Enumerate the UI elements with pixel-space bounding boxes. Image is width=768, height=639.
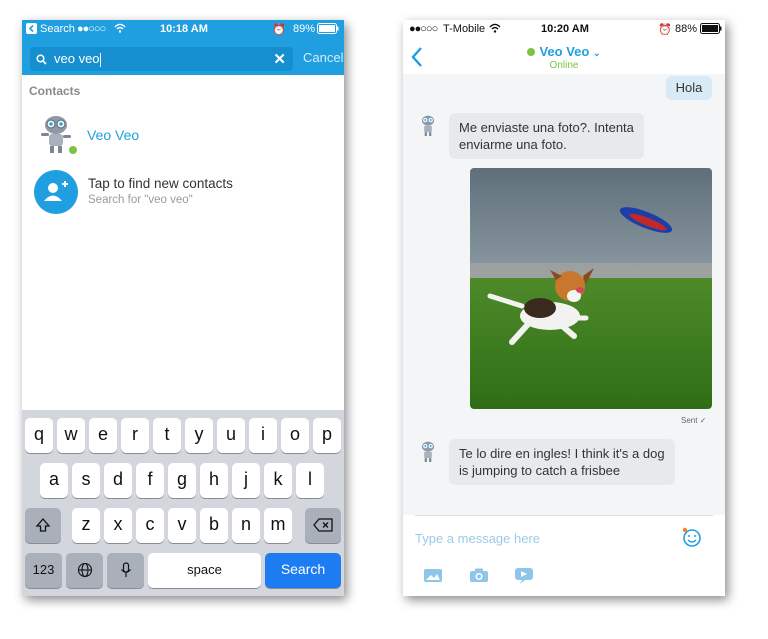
outgoing-message-hola[interactable]: Hola [666,76,712,100]
chat-header: ●●○○○ T-Mobile 10:20 AM ⏰ 88% Veo Veo ⌄ … [403,20,725,74]
alarm-icon: ⏰ [272,24,286,36]
clear-search-icon[interactable]: ✕ [273,50,286,68]
search-key[interactable]: Search [265,553,341,588]
key-s[interactable]: s [72,463,100,498]
key-k[interactable]: k [264,463,292,498]
key-q[interactable]: q [25,418,53,453]
wifi-icon [114,23,126,36]
find-new-contacts-row[interactable]: Tap to find new contacts Search for "veo… [34,170,334,216]
search-icon [36,52,47,70]
chat-contact-name: Veo Veo [539,44,590,59]
battery-percent: 88% [675,23,698,35]
message-line: Me enviaste una foto?. Intenta [459,120,634,135]
key-b[interactable]: b [200,508,228,543]
key-i[interactable]: i [249,418,277,453]
robot-avatar-icon [417,439,439,468]
back-to-search-icon[interactable] [26,23,37,37]
key-c[interactable]: c [136,508,164,543]
key-v[interactable]: v [168,508,196,543]
key-f[interactable]: f [136,463,164,498]
contact-name: Veo Veo [87,127,140,143]
battery-icon [317,23,339,37]
right-phone-screen: ●●○○○ T-Mobile 10:20 AM ⏰ 88% Veo Veo ⌄ … [403,20,725,596]
status-bar: Search ●●○○○ 10:18 AM ⏰ 89% [22,20,344,40]
key-y[interactable]: y [185,418,213,453]
find-contacts-title: Tap to find new contacts [88,176,233,191]
message-line: Te lo dire en ingles! I think it's a dog [459,446,665,461]
incoming-message-2[interactable]: Te lo dire en ingles! I think it's a dog… [449,439,675,485]
find-contacts-subtitle: Search for "veo veo" [88,194,193,206]
presence-label: Online [549,60,579,71]
message-input[interactable]: Type a message here [415,531,540,546]
key-l[interactable]: l [296,463,324,498]
key-t[interactable]: t [153,418,181,453]
sent-photo-dog-frisbee[interactable] [470,168,712,409]
status-bar: ●●○○○ T-Mobile 10:20 AM ⏰ 88% [403,20,725,40]
sent-label: Sent [681,416,698,425]
shift-key-icon[interactable] [25,508,61,543]
online-status-dot [68,145,78,155]
key-g[interactable]: g [168,463,196,498]
key-n[interactable]: n [232,508,260,543]
text-cursor [99,52,101,67]
robot-avatar-icon [417,113,439,142]
search-input-value: veo veo [54,51,100,66]
gallery-icon[interactable] [423,567,443,588]
space-key[interactable]: space [148,553,261,588]
key-w[interactable]: w [57,418,85,453]
message-line: enviarme una foto. [459,137,567,152]
backspace-key-icon[interactable] [305,508,341,543]
wifi-icon [489,23,501,36]
signal-icon: ●●○○○ [77,23,106,35]
battery-percent: 89% [293,23,316,35]
microphone-key-icon[interactable] [107,553,144,588]
keyboard: q w e r t y u i o p a s d f g h j k l z … [22,410,344,596]
cancel-button[interactable]: Cancel [303,50,343,65]
status-time: 10:18 AM [160,23,208,35]
signal-icon: ●●○○○ [409,23,438,35]
add-contact-icon [34,170,78,214]
status-carrier: Search [40,23,75,35]
globe-key-icon[interactable] [66,553,103,588]
online-status-dot [527,48,536,56]
numbers-key[interactable]: 123 [25,553,62,588]
key-m[interactable]: m [264,508,292,543]
key-j[interactable]: j [232,463,260,498]
key-h[interactable]: h [200,463,228,498]
chevron-down-icon: ⌄ [592,48,601,58]
incoming-message-1[interactable]: Me enviaste una foto?. Intenta enviarme … [449,113,644,159]
key-e[interactable]: e [89,418,117,453]
contact-row-veo-veo[interactable]: Veo Veo [34,112,334,156]
left-phone-screen: Search ●●○○○ 10:18 AM ⏰ 89% veo veo ✕ Ca… [22,20,344,596]
emoticon-icon[interactable] [681,526,703,553]
key-x[interactable]: x [104,508,132,543]
battery-icon [700,23,722,37]
video-message-icon[interactable] [514,567,534,590]
search-header: Search ●●○○○ 10:18 AM ⏰ 89% veo veo ✕ Ca… [22,20,344,75]
status-time: 10:20 AM [541,23,589,35]
contacts-section-header: Contacts [29,84,81,98]
message-composer: Type a message here [403,515,725,596]
composer-divider [415,515,713,516]
message-line: is jumping to catch a frisbee [459,463,621,478]
search-input[interactable]: veo veo ✕ [30,47,293,71]
status-carrier: T-Mobile [443,23,486,35]
sent-check-icon: ✓ [699,416,707,425]
key-r[interactable]: r [121,418,149,453]
key-p[interactable]: p [313,418,341,453]
alarm-icon: ⏰ [658,24,672,36]
key-a[interactable]: a [40,463,68,498]
chat-title[interactable]: Veo Veo ⌄ [403,44,725,59]
key-d[interactable]: d [104,463,132,498]
key-o[interactable]: o [281,418,309,453]
camera-icon[interactable] [469,567,489,588]
sent-status: Sent ✓ [681,416,706,425]
key-z[interactable]: z [72,508,100,543]
key-u[interactable]: u [217,418,245,453]
